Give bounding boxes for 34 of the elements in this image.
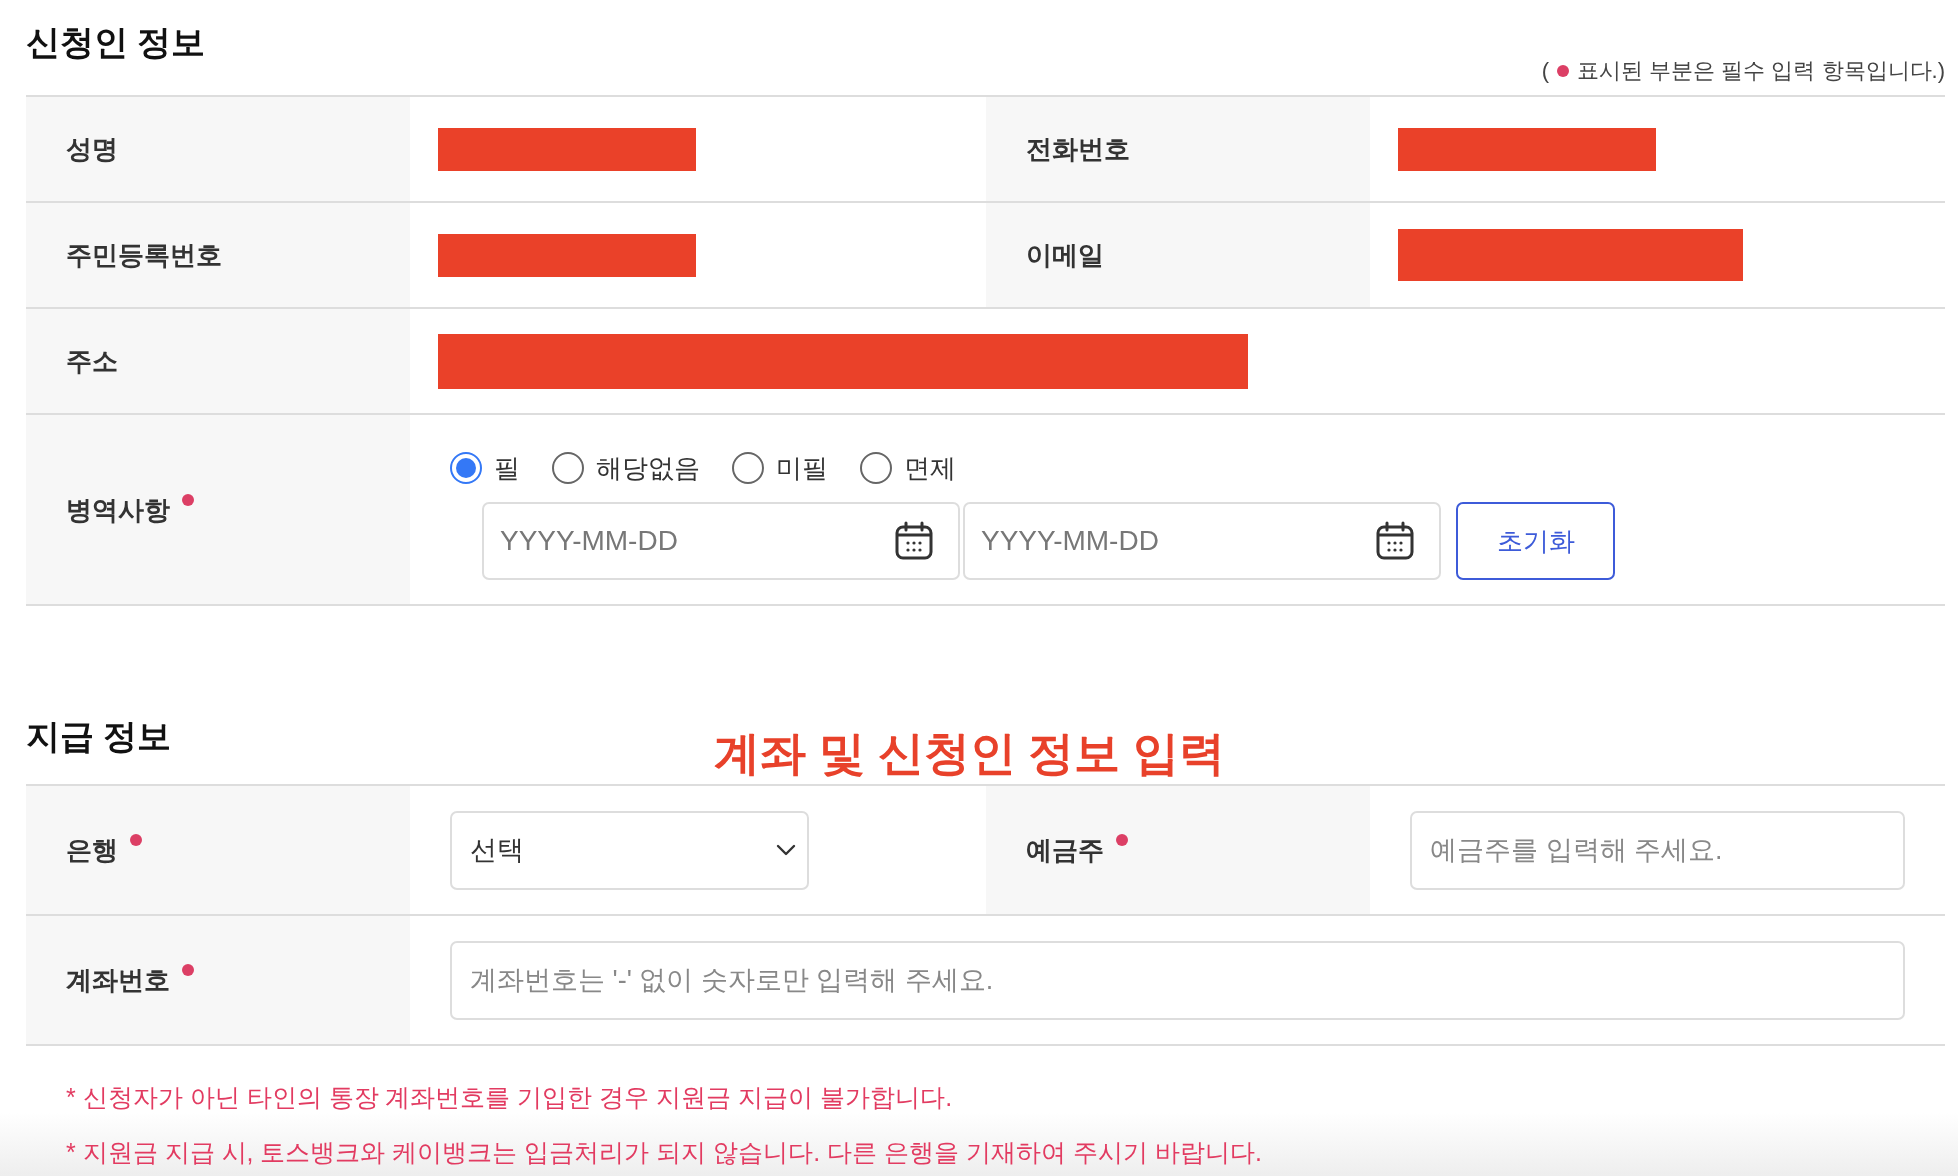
note-text: 표시된 부분은 필수 입력 항목입니다.) — [1577, 57, 1945, 85]
radio-button[interactable] — [450, 452, 482, 484]
field-label: 성명 — [66, 133, 118, 165]
text-input[interactable]: 계좌번호는 '-' 없이 숫자로만 입력해 주세요. — [450, 940, 1905, 1020]
radio-button[interactable] — [552, 452, 584, 484]
field-label: 계좌번호 — [66, 964, 170, 996]
date-field[interactable]: YYYY-MM-DD — [963, 502, 1441, 580]
radio-label[interactable]: 미필 — [776, 452, 828, 484]
notice-text: * 지원금 지급 시, 토스뱅크와 케이뱅크는 입금처리가 되지 않습니다. 다른 은행을 기재하여 주시기 바랍니다. — [66, 1137, 1262, 1167]
required-dot-icon — [1557, 65, 1570, 77]
radio-label[interactable]: 필 — [494, 452, 520, 484]
field-label: 병역사항 — [66, 493, 170, 526]
radio-button[interactable] — [860, 452, 892, 484]
section-title: 신청인 정보 — [26, 22, 206, 62]
field-label: 전화번호 — [1026, 133, 1130, 165]
radio-label[interactable]: 면제 — [904, 452, 956, 484]
field-label: 주소 — [66, 345, 118, 377]
date-field[interactable]: YYYY-MM-DD — [482, 502, 960, 580]
calendar-icon — [894, 521, 934, 561]
radio-label[interactable]: 해당없음 — [596, 452, 700, 484]
field-label: 주민등록번호 — [66, 239, 222, 271]
note-text: ( — [1541, 57, 1550, 85]
annotation-text: 계좌 및 신청인 정보 입력 — [714, 726, 1226, 780]
section-title: 지급 정보 — [26, 716, 172, 756]
field-label: 은행 — [66, 834, 118, 866]
text-input[interactable]: 예금주를 입력해 주세요. — [1410, 810, 1905, 890]
radio-button[interactable] — [732, 452, 764, 484]
field-label: 예금주 — [1026, 834, 1104, 866]
chevron-down-icon — [775, 843, 797, 857]
field-label: 이메일 — [1026, 239, 1104, 271]
reset-button[interactable]: 초기화 — [1456, 502, 1615, 580]
notice-text: * 신청자가 아닌 타인의 통장 계좌번호를 기입한 경우 지원금 지급이 불가합니다. — [66, 1082, 953, 1112]
dropdown-field[interactable]: 선택 — [450, 810, 809, 890]
calendar-icon — [1375, 521, 1415, 561]
